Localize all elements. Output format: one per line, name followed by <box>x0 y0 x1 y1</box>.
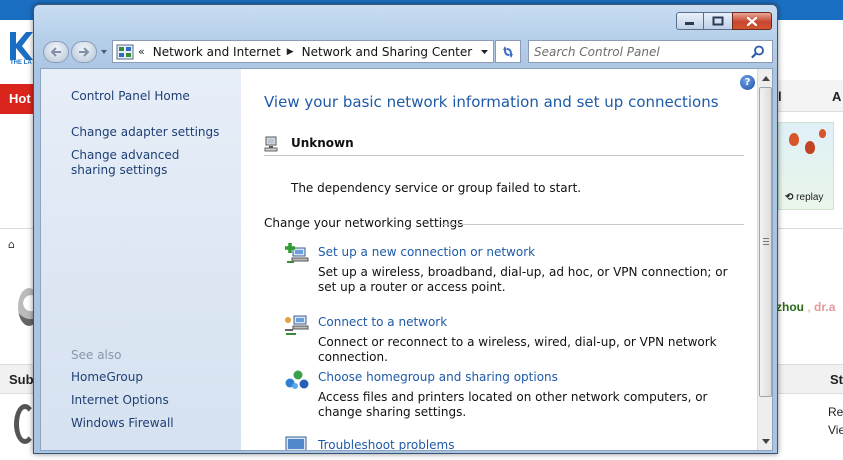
home-icon[interactable]: ⌂ <box>8 238 15 251</box>
address-overflow-chevron[interactable]: « <box>138 45 145 58</box>
section-heading: Change your networking settings <box>264 216 464 230</box>
scroll-up-button[interactable] <box>759 71 772 86</box>
balloon-icon <box>789 133 799 146</box>
sub-header-right: St <box>830 372 843 387</box>
see-also-label: See also <box>71 348 122 362</box>
navigation-bar: « Network and Internet ▶ Network and Sha… <box>34 38 777 64</box>
user-name-link[interactable]: zhou <box>776 300 804 314</box>
control-panel-icon <box>116 44 134 59</box>
sidebar-item-homegroup[interactable]: HomeGroup <box>71 370 143 385</box>
refresh-icon <box>503 45 513 58</box>
thumb-grip-line <box>763 238 769 239</box>
section-divider <box>441 224 744 225</box>
balloon-icon <box>819 129 826 138</box>
scroll-down-button[interactable] <box>759 434 772 449</box>
network-computer-icon <box>264 136 278 152</box>
search-input[interactable] <box>534 44 744 59</box>
task-link-homegroup-sharing[interactable]: Choose homegroup and sharing options <box>318 370 558 384</box>
maximize-button[interactable] <box>704 12 732 30</box>
task-sidebar: Control Panel Home Change adapter settin… <box>41 69 241 450</box>
task-description: Connect or reconnect to a wireless, wire… <box>318 335 717 364</box>
background-tab-letter[interactable]: A <box>832 89 841 104</box>
background-right-text: Vie <box>828 423 843 437</box>
ad-replay-text: replay <box>796 192 824 203</box>
sidebar-item-change-adapter-settings[interactable]: Change adapter settings <box>71 125 219 140</box>
arrow-left-icon <box>50 47 61 57</box>
address-dropdown-icon[interactable] <box>480 48 489 56</box>
new-connection-icon <box>285 243 309 263</box>
page-title: View your basic network information and … <box>264 93 719 111</box>
site-logo-tagline: THE LA <box>10 60 32 66</box>
task-description: Set up a wireless, broadband, dial-up, a… <box>318 265 728 294</box>
help-button[interactable]: ? <box>740 75 755 90</box>
thumb-grip-line <box>763 241 769 242</box>
refresh-button[interactable] <box>495 40 521 63</box>
balloon-icon <box>805 141 815 154</box>
vertical-scrollbar[interactable] <box>757 69 772 450</box>
close-button[interactable] <box>732 12 772 30</box>
control-panel-window: « Network and Internet ▶ Network and Sha… <box>33 4 778 454</box>
network-divider <box>264 155 744 156</box>
sidebar-item-internet-options[interactable]: Internet Options <box>71 393 169 408</box>
recent-pages-dropdown-icon[interactable] <box>100 48 108 56</box>
task-link-troubleshoot[interactable]: Troubleshoot problems <box>318 438 454 450</box>
window-content: Control Panel Home Change adapter settin… <box>40 68 773 451</box>
breadcrumb-separator-icon[interactable]: ▶ <box>287 47 294 57</box>
task-link-new-connection[interactable]: Set up a new connection or network <box>318 245 535 259</box>
homegroup-icon <box>285 370 309 389</box>
maximize-icon <box>712 16 724 26</box>
chevron-down-icon <box>761 439 770 444</box>
sub-header-left: Sub <box>9 372 34 387</box>
search-box <box>528 40 773 63</box>
task-link-connect-network[interactable]: Connect to a network <box>318 315 447 329</box>
sidebar-item-change-advanced-sharing[interactable]: Change advanced sharing settings <box>71 148 221 178</box>
search-icon[interactable] <box>751 45 765 59</box>
chevron-up-icon <box>761 76 770 81</box>
arrow-right-icon <box>79 47 90 57</box>
background-right-text: Re <box>828 405 843 419</box>
breadcrumb-network-and-internet[interactable]: Network and Internet <box>153 45 281 59</box>
background-user-names: zhou , dr.a <box>776 300 835 314</box>
minimize-button[interactable] <box>676 12 704 30</box>
sidebar-item-windows-firewall[interactable]: Windows Firewall <box>71 416 174 431</box>
advertisement-banner[interactable]: ⟲ replay <box>778 122 834 210</box>
task-description: Access files and printers located on oth… <box>318 390 708 419</box>
user-name-separator: , <box>807 300 811 314</box>
scrollbar-thumb[interactable] <box>759 87 772 397</box>
sidebar-item-control-panel-home[interactable]: Control Panel Home <box>71 89 190 104</box>
address-bar[interactable]: « Network and Internet ▶ Network and Sha… <box>112 40 494 63</box>
back-button[interactable] <box>43 41 69 63</box>
minimize-icon <box>685 22 694 25</box>
breadcrumb-network-sharing-center[interactable]: Network and Sharing Center <box>302 45 473 59</box>
main-pane: View your basic network information and … <box>241 69 759 450</box>
network-name: Unknown <box>291 136 354 150</box>
close-icon <box>746 16 758 26</box>
network-status-message: The dependency service or group failed t… <box>291 181 582 195</box>
background-tab-letter[interactable]: l <box>778 89 782 104</box>
thumb-grip-line <box>763 244 769 245</box>
ad-replay-label: ⟲ replay <box>785 192 824 203</box>
troubleshoot-icon <box>285 436 307 450</box>
user-name-link[interactable]: dr.a <box>814 300 835 314</box>
window-controls <box>676 12 772 32</box>
connect-network-icon <box>285 315 309 335</box>
background-tab-strip: l A <box>770 80 843 112</box>
forward-button[interactable] <box>71 41 97 63</box>
